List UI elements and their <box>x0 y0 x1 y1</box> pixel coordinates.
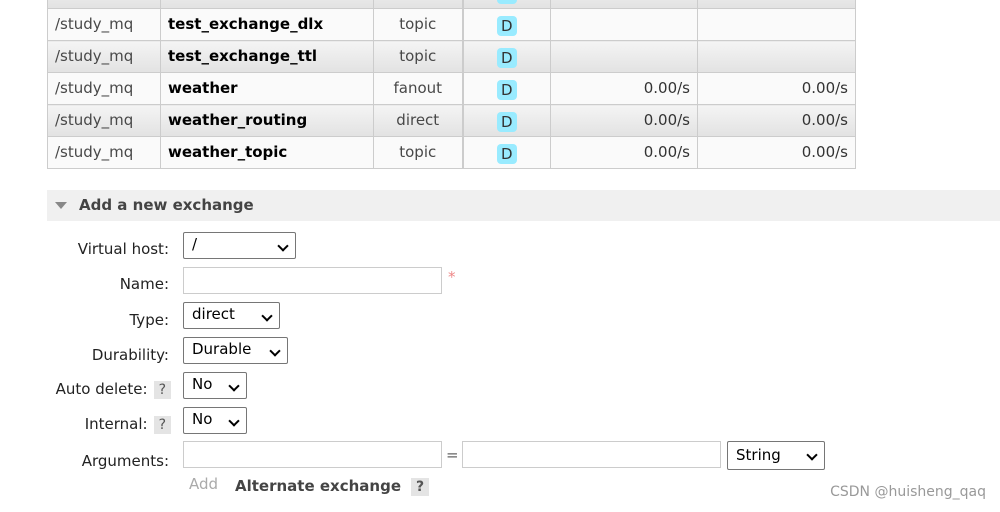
features-cell: D <box>461 40 551 73</box>
add-argument-link[interactable]: Add <box>189 475 218 493</box>
vhost-label: Virtual host: <box>77 240 169 258</box>
rate-in-cell: 0.00/s <box>550 104 698 137</box>
features-cell: D <box>461 104 551 137</box>
features-cell: D <box>461 72 551 105</box>
name-input[interactable] <box>183 267 442 294</box>
rate-out-cell <box>697 40 856 73</box>
chevron-down-icon <box>269 345 281 357</box>
chevron-down-icon <box>228 380 240 392</box>
watermark: CSDN @huisheng_qaq <box>830 484 986 500</box>
table-row: /study_mq weather_topic topic D 0.00/s 0.00/s <box>47 136 856 169</box>
exchange-name-link[interactable]: weather <box>160 72 374 105</box>
durability-select[interactable]: Durable <box>183 337 288 364</box>
type-cell: topic <box>373 8 463 41</box>
chevron-down-icon <box>277 240 289 252</box>
internal-select[interactable]: No <box>183 407 247 434</box>
auto-delete-label: Auto delete:? <box>56 380 171 399</box>
durable-badge: D <box>496 80 517 100</box>
collapse-triangle-icon <box>55 202 67 209</box>
exchange-name-link[interactable]: weather_routing <box>160 104 374 137</box>
exchange-name-link[interactable]: weather_topic <box>160 136 374 169</box>
alternate-exchange-text[interactable]: Alternate exchange <box>235 477 401 495</box>
features-cell: D <box>461 0 551 9</box>
rate-in-cell <box>550 0 698 9</box>
durability-label: Durability: <box>91 346 169 364</box>
exchange-name-link[interactable]: test_exchange_dlx <box>160 8 374 41</box>
auto-delete-select[interactable]: No <box>183 372 247 399</box>
durable-badge: D <box>496 112 517 132</box>
rate-out-cell: 0.00/s <box>697 136 856 169</box>
durable-badge: D <box>496 16 517 36</box>
rate-out-cell <box>697 0 856 9</box>
vhost-cell: /study_mq <box>47 136 161 169</box>
rate-out-cell <box>697 8 856 41</box>
alternate-exchange-link: Alternate exchange? <box>235 477 430 496</box>
name-label: Name: <box>119 275 169 293</box>
exchanges-table: D/study_mqtest_exchange_dlxtopicD/study_… <box>47 0 856 169</box>
required-mark: * <box>448 268 456 286</box>
type-cell: topic <box>373 136 463 169</box>
vhost-cell: /study_mq <box>47 40 161 73</box>
exchange-name-link[interactable] <box>160 0 374 9</box>
features-cell: D <box>461 136 551 169</box>
section-title: Add a new exchange <box>79 196 254 214</box>
vhost-cell: /study_mq <box>47 8 161 41</box>
vhost-select[interactable]: / <box>183 232 296 259</box>
table-row: /study_mq test_exchange_dlx topic D <box>47 8 856 41</box>
type-cell: fanout <box>373 72 463 105</box>
equals-sign: = <box>446 446 459 464</box>
type-label: Type: <box>129 311 169 329</box>
rate-in-cell: 0.00/s <box>550 136 698 169</box>
type-cell: direct <box>373 104 463 137</box>
rate-in-cell <box>550 40 698 73</box>
table-row: D <box>47 0 856 9</box>
rate-in-cell: 0.00/s <box>550 72 698 105</box>
durable-badge: D <box>496 48 517 68</box>
argument-value-input[interactable] <box>462 441 721 468</box>
vhost-cell: /study_mq <box>47 72 161 105</box>
chevron-down-icon <box>806 449 818 461</box>
features-cell: D <box>461 8 551 41</box>
durable-badge: D <box>496 0 517 4</box>
alternate-exchange-help-button[interactable]: ? <box>411 478 430 496</box>
type-cell <box>373 0 463 9</box>
add-exchange-section-header[interactable]: Add a new exchange <box>47 190 1000 221</box>
rate-out-cell: 0.00/s <box>697 104 856 137</box>
durable-badge: D <box>496 144 517 164</box>
internal-label: Internal:? <box>85 415 171 434</box>
chevron-down-icon <box>261 310 273 322</box>
table-row: /study_mq weather fanout D 0.00/s 0.00/s <box>47 72 856 105</box>
table-row: /study_mq weather_routing direct D 0.00/s 0.0… <box>47 104 856 137</box>
exchange-name-link[interactable]: test_exchange_ttl <box>160 40 374 73</box>
type-select[interactable]: direct <box>183 302 280 329</box>
vhost-cell: /study_mq <box>47 104 161 137</box>
argument-key-input[interactable] <box>183 441 442 468</box>
chevron-down-icon <box>228 415 240 427</box>
rate-in-cell <box>550 8 698 41</box>
vhost-cell <box>47 0 161 9</box>
arguments-label: Arguments: <box>81 452 169 470</box>
auto-delete-help-button[interactable]: ? <box>153 381 171 399</box>
argument-type-select[interactable]: String <box>727 441 825 470</box>
internal-help-button[interactable]: ? <box>153 416 171 434</box>
rate-out-cell: 0.00/s <box>697 72 856 105</box>
table-row: /study_mq test_exchange_ttl topic D <box>47 40 856 73</box>
type-cell: topic <box>373 40 463 73</box>
